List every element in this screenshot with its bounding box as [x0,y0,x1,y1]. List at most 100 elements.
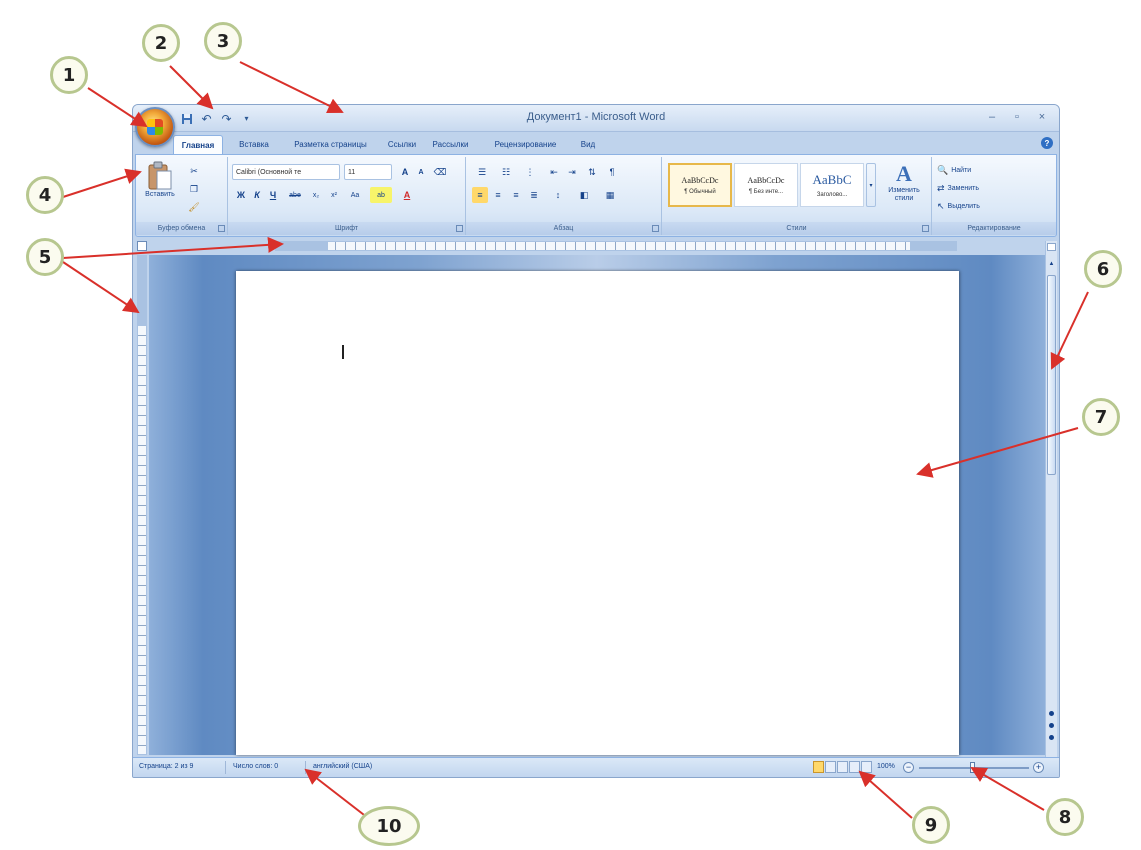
style-no-spacing-sample: AaBbCcDc [747,175,785,185]
style-normal-sample: AaBbCcDc [681,175,719,185]
paste-button[interactable]: Вставить [142,161,178,198]
draft-icon[interactable] [861,761,872,773]
view-buttons [813,761,872,773]
group-clipboard: Вставить ✂ ❐ 🖌 Буфер обмена [136,157,228,235]
tab-home[interactable]: Главная [173,135,223,154]
scroll-thumb[interactable] [1047,275,1056,475]
scroll-up-icon[interactable]: ▲ [1047,261,1056,271]
font-size-select[interactable]: 11 [344,164,392,180]
zoom-out-button[interactable]: − [903,762,914,773]
replace-button[interactable]: ⇄ Заменить [936,180,1016,196]
change-styles-button[interactable]: A Изменить стили [880,161,928,203]
align-center-icon[interactable]: ≡ [490,187,506,203]
highlight-button[interactable]: ab [370,187,392,203]
group-styles: AaBbCcDc ¶ Обычный AaBbCcDc ¶ Без инте..… [662,157,932,235]
zoom-level[interactable]: 100% [877,763,895,770]
shrink-font-button[interactable]: A [414,164,428,180]
increase-indent-icon[interactable]: ⇥ [564,164,580,180]
tab-page-layout[interactable]: Разметка страницы [283,135,378,154]
grow-font-button[interactable]: A [398,164,412,180]
justify-icon[interactable]: ≣ [526,187,542,203]
font-color-button[interactable]: A [398,187,416,203]
show-marks-button[interactable]: ¶ [604,164,620,180]
print-layout-icon[interactable] [813,761,824,773]
find-button[interactable]: 🔍 Найти [936,162,1016,178]
next-page-icon[interactable] [1049,735,1054,740]
paragraph-group-label: Абзац [466,222,661,235]
styles-dialog-launcher[interactable] [922,225,929,232]
tab-view[interactable]: Вид [573,135,603,154]
horizontal-ruler[interactable] [275,241,957,251]
numbering-icon[interactable]: ☷ [496,164,516,180]
style-no-spacing[interactable]: AaBbCcDc ¶ Без инте... [734,163,798,207]
tab-selector[interactable] [137,241,147,251]
style-normal[interactable]: AaBbCcDc ¶ Обычный [668,163,732,207]
change-case-button[interactable]: Aa [346,187,364,203]
full-screen-reading-icon[interactable] [825,761,836,773]
find-icon: 🔍 [937,164,949,175]
document-area [149,255,1045,755]
tab-review[interactable]: Рецензирование [483,135,568,154]
group-paragraph: ☰ ☷ ⋮ ⇤ ⇥ ⇅ ¶ ≡ ≡ ≡ ≣ ↕ ◧ ▦ Абзац [466,157,662,235]
sort-icon[interactable]: ⇅ [584,164,600,180]
vertical-scrollbar[interactable]: ▲ [1045,241,1057,759]
maximize-button[interactable]: ▫ [1006,108,1028,126]
decrease-indent-icon[interactable]: ⇤ [546,164,562,180]
office-button[interactable] [135,107,175,147]
clear-formatting-button[interactable]: ⌫ [432,164,448,180]
subscript-button[interactable]: x₂ [308,187,324,203]
line-spacing-icon[interactable]: ↕ [548,187,568,203]
word-window: ↶ ↷ ▾ Документ1 - Microsoft Word – ▫ × Г… [132,104,1060,778]
tab-references[interactable]: Ссылки [383,135,421,154]
vertical-ruler[interactable] [137,255,147,755]
strikethrough-button[interactable]: abe [286,187,304,203]
status-divider [305,761,306,774]
select-button[interactable]: ↖ Выделить [936,198,1016,214]
document-page[interactable] [236,271,959,755]
tab-insert[interactable]: Вставка [233,135,275,154]
clipboard-dialog-launcher[interactable] [218,225,225,232]
minimize-button[interactable]: – [981,108,1003,126]
language-indicator[interactable]: английский (США) [313,763,372,770]
word-count[interactable]: Число слов: 0 [233,763,278,770]
multilevel-list-icon[interactable]: ⋮ [520,164,540,180]
split-box[interactable] [1047,243,1056,251]
ruler-right-margin [910,242,956,250]
page-count[interactable]: Страница: 2 из 9 [139,763,193,770]
copy-icon[interactable]: ❐ [186,181,202,197]
callout-10: 10 [358,806,420,846]
previous-page-icon[interactable] [1049,711,1054,716]
italic-button[interactable]: К [250,187,264,203]
bullets-icon[interactable]: ☰ [472,164,492,180]
superscript-button[interactable]: x² [326,187,342,203]
paragraph-dialog-launcher[interactable] [652,225,659,232]
font-dialog-launcher[interactable] [456,225,463,232]
zoom-slider-thumb[interactable] [970,762,975,773]
zoom-in-button[interactable]: + [1033,762,1044,773]
browse-object-icon[interactable] [1049,723,1054,728]
ribbon-tabs: Главная Вставка Разметка страницы Ссылки… [133,132,1059,154]
help-icon[interactable]: ? [1041,137,1053,149]
replace-icon: ⇄ [937,182,945,193]
shading-icon[interactable]: ◧ [574,187,594,203]
font-name-select[interactable]: Calibri (Основной те [232,164,340,180]
align-left-icon[interactable]: ≡ [472,187,488,203]
close-button[interactable]: × [1031,108,1053,126]
align-right-icon[interactable]: ≡ [508,187,524,203]
callout-6: 6 [1084,250,1122,288]
style-heading[interactable]: AaBbC Заголово... [800,163,864,207]
paste-icon [148,161,172,190]
tab-mailings[interactable]: Рассылки [428,135,473,154]
underline-button[interactable]: Ч [266,187,280,203]
callout-1: 1 [50,56,88,94]
styles-group-label: Стили [662,222,931,235]
format-painter-icon[interactable]: 🖌 [186,199,202,215]
select-label: Выделить [947,202,980,210]
borders-icon[interactable]: ▦ [600,187,620,203]
web-layout-icon[interactable] [837,761,848,773]
select-icon: ↖ [937,200,945,211]
bold-button[interactable]: Ж [234,187,248,203]
styles-scroll-icon[interactable]: ▾ [866,163,876,207]
outline-icon[interactable] [849,761,860,773]
cut-icon[interactable]: ✂ [186,163,202,179]
